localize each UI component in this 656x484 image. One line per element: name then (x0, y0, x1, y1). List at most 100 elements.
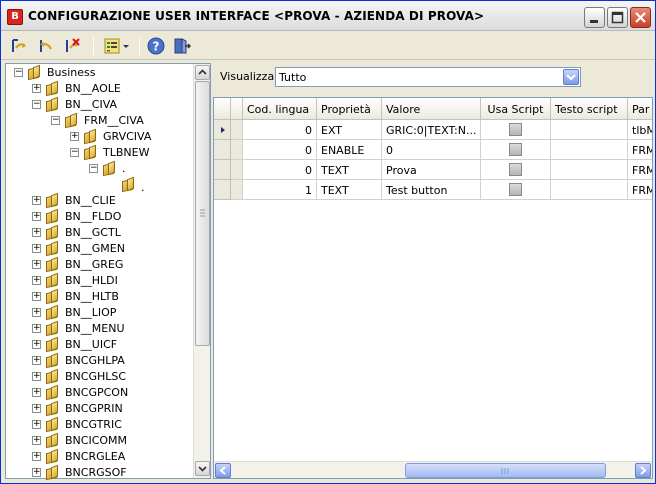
tree-node[interactable]: + BN__CLIE (6, 192, 192, 209)
row-header[interactable] (214, 160, 231, 180)
tree-node[interactable]: − BN__CIVA (6, 96, 192, 113)
tree-node[interactable]: + BN__HLDI (6, 272, 192, 289)
tree-node[interactable]: + BNCICOMM (6, 432, 192, 449)
save-button[interactable] (8, 35, 30, 57)
cell-parent[interactable]: tlbM (628, 120, 652, 140)
cell-cod-lingua[interactable]: 1 (243, 180, 317, 200)
tree-node[interactable]: + BN__UICF (6, 336, 192, 353)
tree-node[interactable]: + BN__GMEN (6, 240, 192, 257)
expand-icon[interactable]: + (32, 356, 41, 365)
tree-node[interactable]: + BN__GREG (6, 256, 192, 273)
tree-node[interactable]: −. (6, 160, 192, 177)
title-bar[interactable]: B CONFIGURAZIONE USER INTERFACE <PROVA -… (1, 1, 655, 31)
tree-node[interactable]: + BN__LIOP (6, 304, 192, 321)
cell-cod-lingua[interactable]: 0 (243, 120, 317, 140)
column-header-cod-lingua[interactable]: Cod. lingua (243, 98, 317, 120)
cell-testo-script[interactable] (551, 120, 628, 140)
cell-valore[interactable]: Test button (382, 180, 481, 200)
maximize-button[interactable] (607, 7, 628, 28)
cell-usa-script[interactable] (481, 120, 551, 140)
column-header-valore[interactable]: Valore (382, 98, 481, 120)
cell-testo-script[interactable] (551, 140, 628, 160)
tree-node[interactable]: + BNCGPCON (6, 384, 192, 401)
tree-node[interactable]: + GRVCIVA (6, 128, 192, 145)
expand-icon[interactable]: + (32, 436, 41, 445)
tree-node[interactable]: + BNCRGSOF (6, 464, 192, 481)
cell-usa-script[interactable] (481, 180, 551, 200)
grid-horizontal-scrollbar[interactable] (214, 461, 652, 478)
expand-icon[interactable]: + (32, 244, 41, 253)
cell-valore[interactable]: Prova (382, 160, 481, 180)
cell-cod-lingua[interactable]: 0 (243, 160, 317, 180)
cell-testo-script[interactable] (551, 160, 628, 180)
horizontal-scroll-thumb[interactable] (405, 463, 606, 478)
tree-node[interactable]: − Business (6, 64, 192, 81)
tree-vertical-scrollbar[interactable] (193, 64, 210, 478)
minimize-button[interactable] (584, 7, 605, 28)
expand-icon[interactable]: + (32, 452, 41, 461)
collapse-icon[interactable]: − (51, 116, 60, 125)
scroll-thumb[interactable] (195, 81, 210, 346)
expand-icon[interactable]: + (32, 228, 41, 237)
dropdown-button[interactable] (563, 69, 579, 85)
close-button[interactable] (630, 7, 651, 28)
expand-icon[interactable]: + (32, 212, 41, 221)
expand-icon[interactable]: + (32, 388, 41, 397)
use-script-checkbox[interactable] (509, 183, 522, 196)
cell-proprieta[interactable]: ENABLE (317, 140, 382, 160)
column-header-testo-script[interactable]: Testo script (551, 98, 628, 120)
app-logo-icon[interactable]: B (7, 9, 23, 25)
cell-cod-lingua[interactable]: 0 (243, 140, 317, 160)
cell-usa-script[interactable] (481, 140, 551, 160)
expand-icon[interactable]: + (70, 132, 79, 141)
cell-proprieta[interactable]: EXT (317, 120, 382, 140)
tree-view[interactable]: − Business + BN__AOLE − BN__CIVA − FRM__CIVA + GR… (5, 63, 211, 481)
tree-node[interactable]: + BNCGHLPA (6, 352, 192, 369)
expand-icon[interactable]: + (32, 276, 41, 285)
scroll-up-arrow[interactable] (195, 65, 210, 80)
undo-button[interactable] (34, 35, 56, 57)
expand-icon[interactable]: + (32, 324, 41, 333)
expand-icon[interactable]: + (32, 340, 41, 349)
row-header[interactable] (214, 120, 231, 140)
expand-icon[interactable]: + (32, 260, 41, 269)
cancel-button[interactable] (61, 35, 83, 57)
use-script-checkbox[interactable] (509, 143, 522, 156)
use-script-checkbox[interactable] (509, 163, 522, 176)
tree-node[interactable]: + BN__FLDO (6, 208, 192, 225)
collapse-icon[interactable]: − (70, 148, 79, 157)
scroll-left-arrow[interactable] (215, 463, 231, 478)
tree-node[interactable]: + BN__AOLE (6, 80, 192, 97)
collapse-icon[interactable]: − (32, 100, 41, 109)
exit-button[interactable] (171, 35, 193, 57)
column-header-proprieta[interactable]: Proprietà (317, 98, 382, 120)
collapse-icon[interactable]: − (14, 68, 23, 77)
tree-node[interactable]: + BN__GCTL (6, 224, 192, 241)
cell-proprieta[interactable]: TEXT (317, 180, 382, 200)
column-header-parent[interactable]: Par (628, 98, 652, 120)
view-menu-button[interactable] (101, 35, 133, 57)
cell-proprieta[interactable]: TEXT (317, 160, 382, 180)
cell-parent[interactable]: FRM (628, 140, 652, 160)
scroll-right-arrow[interactable] (635, 463, 651, 478)
cell-valore[interactable]: GRIC:0|TEXT:N... (382, 120, 481, 140)
row-header[interactable] (214, 180, 231, 200)
help-button[interactable]: ? (145, 35, 167, 57)
column-header-usa-script[interactable]: Usa Script (481, 98, 551, 120)
scroll-down-arrow[interactable] (195, 461, 210, 476)
tree-node[interactable]: − TLBNEW (6, 144, 192, 161)
expand-icon[interactable]: + (32, 292, 41, 301)
expand-icon[interactable]: + (32, 84, 41, 93)
expand-icon[interactable]: + (32, 404, 41, 413)
cell-parent[interactable]: FRM (628, 180, 652, 200)
cell-usa-script[interactable] (481, 160, 551, 180)
cell-parent[interactable]: FRM (628, 160, 652, 180)
filter-select[interactable]: Tutto (275, 67, 581, 87)
tree-node[interactable]: + BNCGPRIN (6, 400, 192, 417)
expand-icon[interactable]: + (32, 372, 41, 381)
tree-node[interactable]: . (6, 176, 192, 194)
cell-testo-script[interactable] (551, 180, 628, 200)
tree-node[interactable]: − FRM__CIVA (6, 112, 192, 129)
use-script-checkbox[interactable] (509, 123, 522, 136)
expand-icon[interactable]: + (32, 196, 41, 205)
